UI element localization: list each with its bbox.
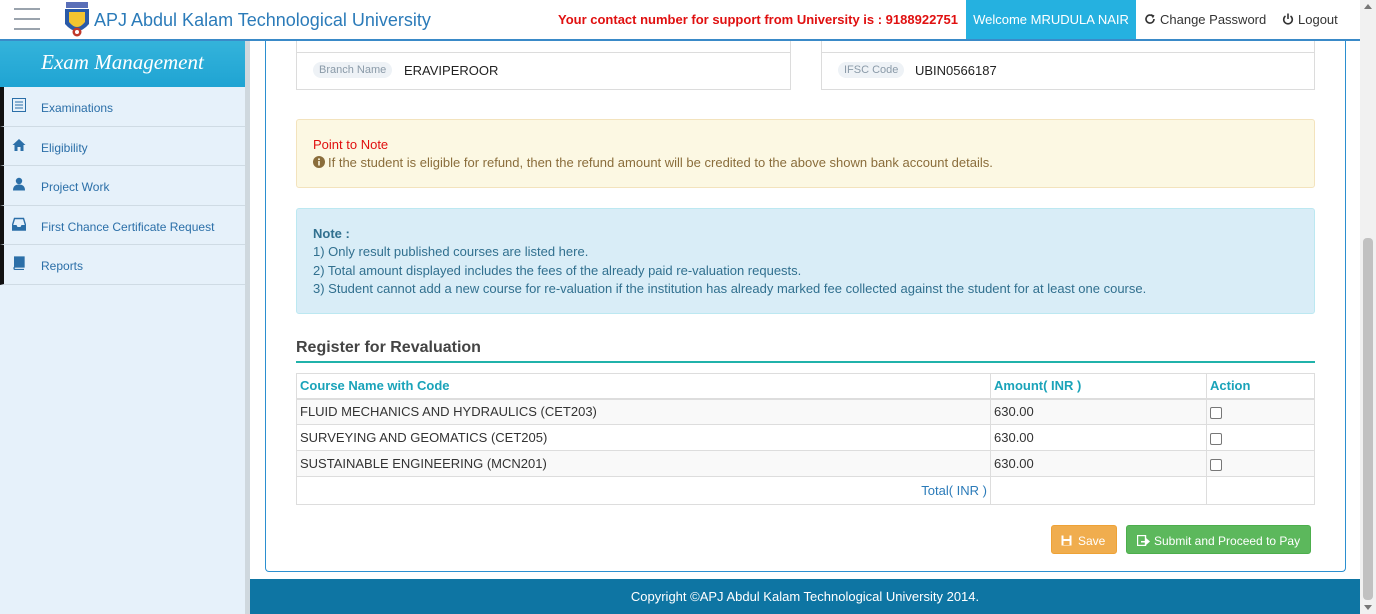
select-course-checkbox[interactable] [1210, 458, 1222, 471]
action-cell [1206, 424, 1315, 451]
change-password-label: Change Password [1160, 12, 1267, 27]
copyright-text: Copyright ©APJ Abdul Kalam Technological… [630, 589, 980, 604]
point-to-note-alert: Point to Note If the student is eligible… [296, 119, 1315, 188]
action-cell [1206, 398, 1315, 425]
course-name-cell: SURVEYING AND GEOMATICS (CET205) [296, 424, 991, 451]
submit-and-pay-button[interactable]: Submit and Proceed to Pay [1126, 525, 1311, 554]
list-icon [12, 98, 26, 112]
info-icon [313, 156, 325, 168]
sidebar-item-label: First Chance Certificate Request [41, 219, 215, 234]
sidebar-item-label: Eligibility [41, 140, 88, 155]
user-icon [13, 177, 25, 191]
table-row: FLUID MECHANICS AND HYDRAULICS (CET203) … [296, 398, 1315, 425]
column-header-action: Action [1206, 373, 1315, 400]
save-icon [1061, 535, 1072, 546]
branch-name-label: Branch Name [313, 62, 393, 78]
ifsc-code-field: IFSC Code UBIN0566187 [821, 41, 1315, 90]
total-row: Total( INR ) [296, 476, 1315, 505]
scrollbar-thumb[interactable] [1363, 238, 1373, 600]
site-title: APJ Abdul Kalam Technological University [94, 10, 431, 30]
sidebar-item-label: Project Work [41, 180, 110, 194]
branch-name-value: ERAVIPEROOR [404, 63, 499, 78]
table-row: SUSTAINABLE ENGINEERING (MCN201) 630.00 [296, 450, 1315, 477]
divider [822, 52, 1314, 53]
ifsc-code-label: IFSC Code [838, 62, 905, 78]
book-icon [13, 256, 25, 270]
sidebar: Exam Management Examinations Eligibility… [0, 41, 245, 614]
note-line: 2) Total amount displayed includes the f… [313, 263, 802, 278]
note-alert: Note : 1) Only result published courses … [296, 208, 1315, 314]
ifsc-code-value: UBIN0566187 [915, 63, 997, 78]
sidebar-divider [245, 41, 250, 614]
logout-link[interactable]: Logout [1282, 12, 1338, 27]
revaluation-table: Course Name with Code Amount( INR ) Acti… [296, 373, 1315, 505]
sidebar-item-project-work[interactable]: Project Work [0, 166, 245, 206]
note-line: 3) Student cannot add a new course for r… [313, 281, 1147, 296]
sidebar-item-label: Reports [41, 259, 84, 273]
refresh-icon [1145, 14, 1155, 24]
inbox-icon [12, 217, 26, 231]
select-course-checkbox[interactable] [1210, 432, 1222, 445]
total-label: Total( INR ) [296, 476, 991, 505]
sidebar-item-examinations[interactable]: Examinations [0, 87, 245, 127]
change-password-link[interactable]: Change Password [1144, 12, 1266, 27]
column-header-amount: Amount( INR ) [990, 373, 1207, 400]
total-action-cell [1206, 476, 1315, 505]
footer: Copyright ©APJ Abdul Kalam Technological… [250, 579, 1360, 614]
sidebar-item-first-chance-certificate[interactable]: First Chance Certificate Request [0, 205, 245, 245]
table-row: SURVEYING AND GEOMATICS (CET205) 630.00 [296, 424, 1315, 451]
course-name-cell: FLUID MECHANICS AND HYDRAULICS (CET203) [296, 398, 991, 425]
column-header-course: Course Name with Code [296, 373, 991, 400]
support-contact-text: Your contact number for support from Uni… [558, 12, 958, 27]
hamburger-menu-icon[interactable] [14, 8, 40, 30]
top-header: APJ Abdul Kalam Technological University… [0, 0, 1360, 41]
save-button[interactable]: Save [1051, 525, 1117, 554]
sidebar-item-reports[interactable]: Reports [0, 245, 245, 285]
sidebar-item-label: Examinations [41, 101, 114, 115]
total-value [990, 476, 1207, 505]
scroll-up-arrow-icon[interactable] [1364, 4, 1372, 9]
save-button-label: Save [1078, 534, 1106, 548]
logout-label: Logout [1298, 12, 1338, 27]
amount-cell: 630.00 [990, 424, 1207, 451]
branch-name-field: Branch Name ERAVIPEROOR [296, 41, 791, 90]
sidebar-item-eligibility[interactable]: Eligibility [0, 126, 245, 166]
power-icon [1282, 13, 1294, 25]
select-course-checkbox[interactable] [1210, 406, 1222, 419]
action-cell [1206, 450, 1315, 477]
amount-cell: 630.00 [990, 450, 1207, 477]
note-line: 1) Only result published courses are lis… [313, 244, 589, 259]
amount-cell: 630.00 [990, 398, 1207, 425]
home-icon [12, 138, 26, 151]
welcome-user[interactable]: Welcome MRUDULA NAIR [966, 0, 1136, 39]
note-heading: Note : [313, 226, 350, 241]
table-header-row: Course Name with Code Amount( INR ) Acti… [296, 373, 1315, 400]
point-to-note-text-row: If the student is eligible for refund, t… [313, 155, 993, 170]
university-logo [65, 2, 89, 37]
scroll-down-arrow-icon[interactable] [1364, 605, 1372, 610]
page-scrollbar[interactable] [1360, 0, 1376, 614]
share-icon [1136, 534, 1150, 547]
sidebar-title: Exam Management [0, 41, 245, 87]
divider [297, 52, 790, 53]
point-to-note-title: Point to Note [313, 137, 389, 152]
course-name-cell: SUSTAINABLE ENGINEERING (MCN201) [296, 450, 991, 477]
point-to-note-text: If the student is eligible for refund, t… [328, 155, 993, 170]
submit-button-label: Submit and Proceed to Pay [1154, 534, 1301, 548]
revaluation-section-title: Register for Revaluation [296, 339, 1315, 363]
